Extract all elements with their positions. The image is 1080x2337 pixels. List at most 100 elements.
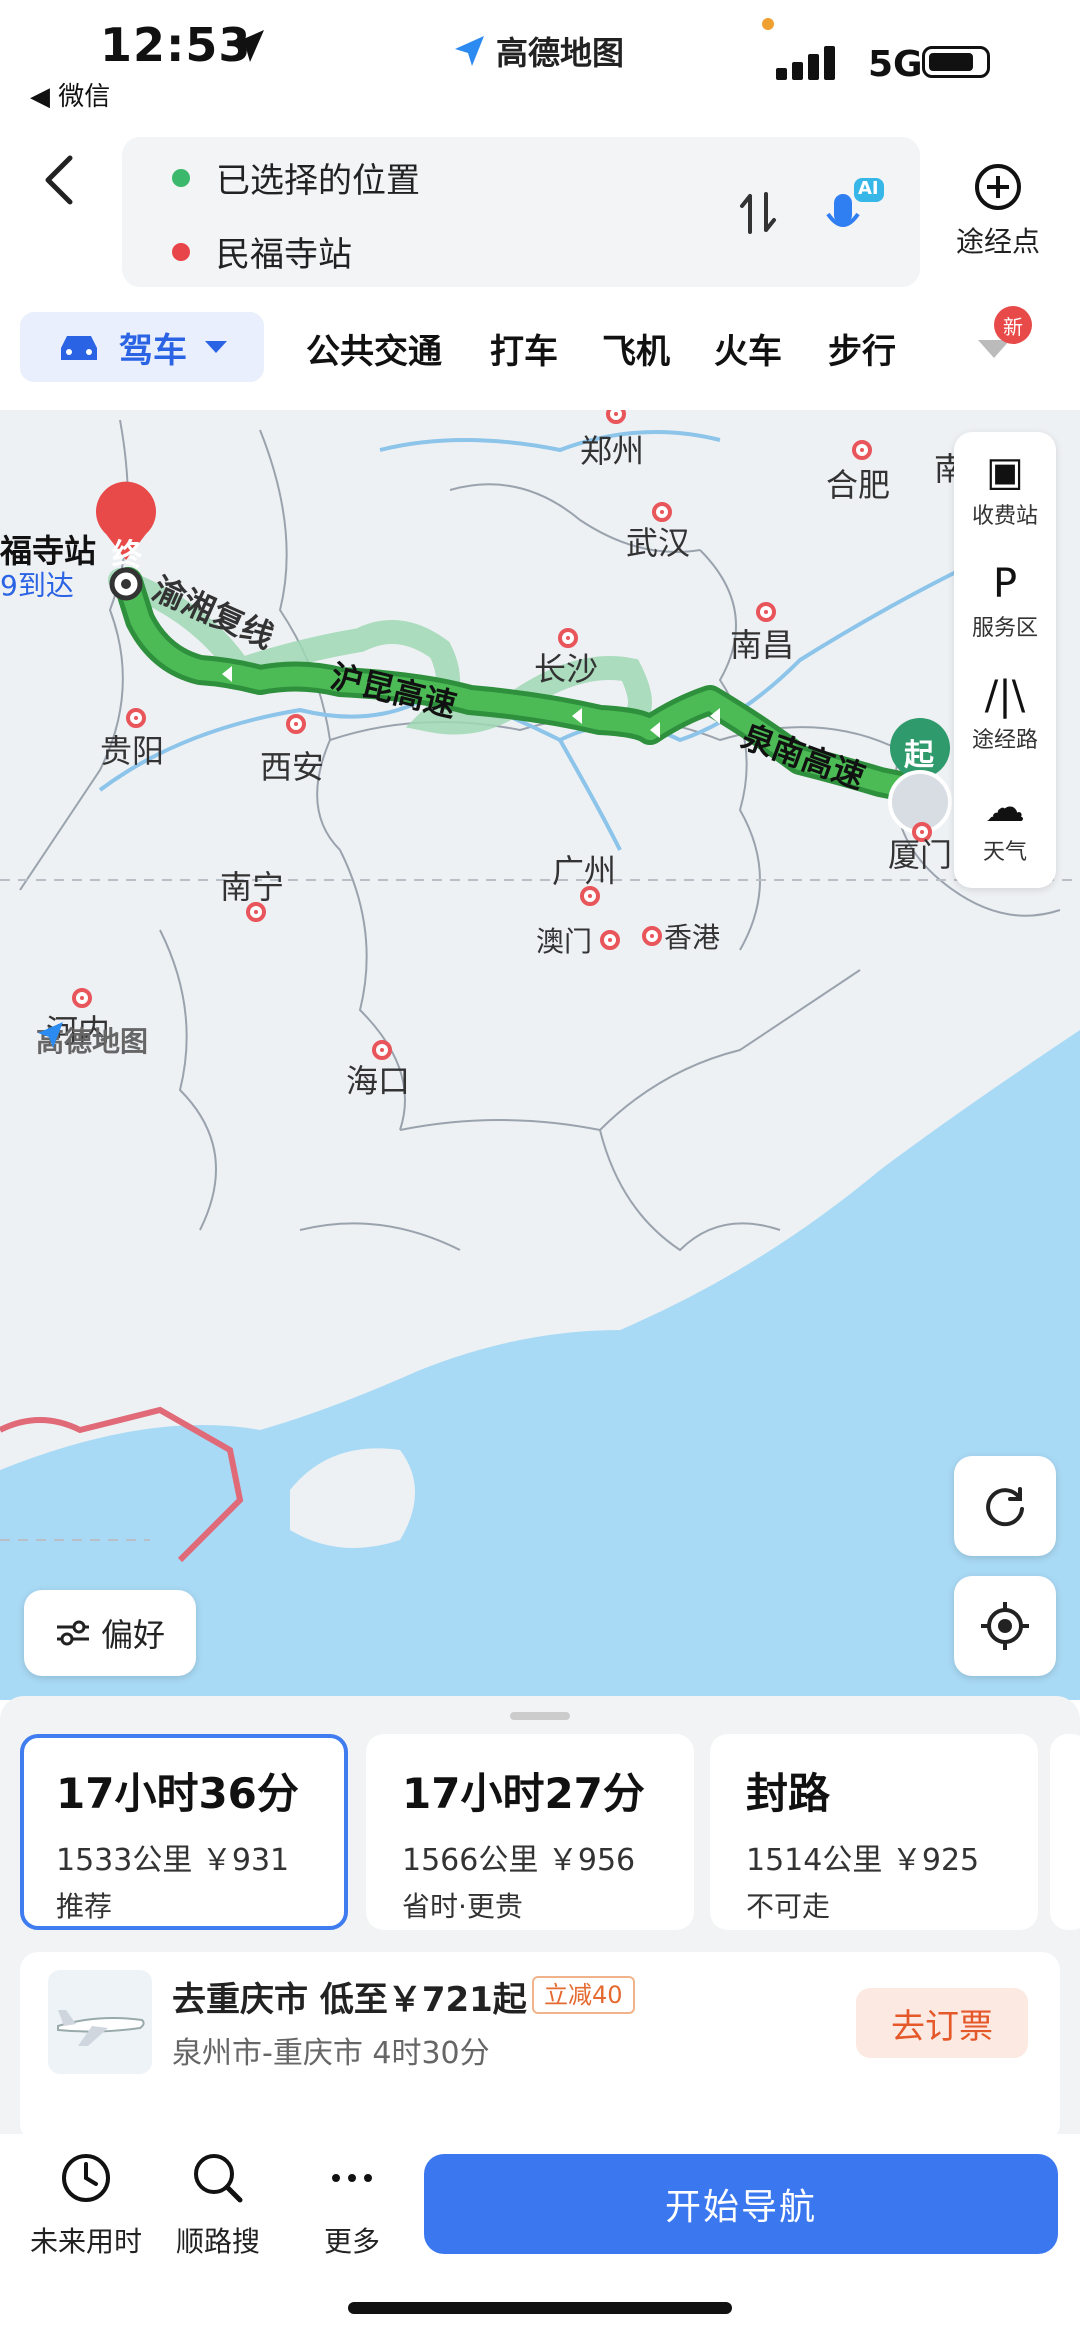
future-time-button[interactable]: 未来用时 [26, 2150, 146, 2260]
city-marker [72, 988, 92, 1008]
origin-field[interactable]: 已选择的位置 [172, 153, 420, 202]
city-marker [756, 602, 776, 622]
weather-button[interactable]: ☁ 天气 [954, 782, 1056, 866]
more-label: 更多 [323, 2225, 380, 2258]
arrival-time-label: 9到达 [0, 569, 74, 602]
route-option-closed[interactable]: 封路 1514公里 ￥925 不可走 [710, 1734, 1038, 1930]
city-label: 武汉 [626, 524, 691, 562]
app-brand: 高德地图 [452, 28, 624, 74]
sliders-icon [56, 1620, 89, 1646]
refresh-button[interactable] [954, 1456, 1056, 1556]
city-label: 贵阳 [100, 732, 165, 770]
tab-taxi[interactable]: 打车 [490, 324, 558, 373]
map-watermark: 高德地图 [36, 1020, 148, 1060]
toll-label: 收费站 [971, 504, 1038, 529]
search-along-label: 顺路搜 [175, 2225, 260, 2258]
service-area-button[interactable]: P 服务区 [954, 558, 1056, 642]
preference-button[interactable]: 偏好 [24, 1590, 196, 1676]
route-time: 17小时27分 [402, 1769, 645, 1818]
locate-button[interactable] [954, 1576, 1056, 1676]
airplane-icon [57, 2010, 145, 2046]
future-time-label: 未来用时 [29, 2225, 142, 2258]
destination-dot [172, 242, 190, 261]
amap-logo-icon [38, 1022, 63, 1048]
city-label: 南宁 [220, 868, 285, 906]
refresh-icon [986, 1487, 1024, 1527]
tab-train[interactable]: 火车 [714, 324, 782, 373]
promo-title: 去重庆市 低至￥721起 [172, 1980, 527, 2020]
city-marker [126, 708, 146, 728]
route-option-recommended[interactable]: 17小时36分 1533公里 ￥931 推荐 [20, 1734, 348, 1930]
origin-dot [172, 168, 190, 187]
road-icon: /|\ [984, 673, 1026, 719]
preference-label: 偏好 [100, 1616, 165, 1654]
waypoint-label: 途经点 [955, 225, 1040, 258]
tab-walk[interactable]: 步行 [828, 324, 896, 373]
city-label: 厦门 [888, 836, 953, 874]
city-label: 西安 [260, 748, 325, 786]
back-to-wechat[interactable]: ◀ 微信 [30, 76, 110, 113]
route-distance-cost: 1566公里 ￥956 [402, 1843, 636, 1878]
toll-icon: ▣ [986, 449, 1024, 495]
amap-logo-icon [455, 36, 484, 66]
plane-image [48, 1970, 152, 2074]
city-label: 海口 [346, 1062, 411, 1100]
new-badge: 新 [994, 306, 1032, 344]
ai-voice-button[interactable]: AI [826, 176, 886, 246]
route-note: 省时·更贵 [402, 1890, 523, 1923]
route-option-fastest[interactable]: 17小时27分 1566公里 ￥956 省时·更贵 [366, 1734, 694, 1930]
route-time: 17小时36分 [56, 1769, 299, 1818]
tab-flight[interactable]: 飞机 [602, 324, 670, 373]
weather-label: 天气 [982, 840, 1027, 865]
swap-icon[interactable] [738, 190, 778, 236]
tab-drive[interactable]: 驾车 [20, 312, 264, 382]
map-view[interactable]: 渝湘复线 沪昆高速 泉南高速 终 起 福寺站 9到达 西安 郑州 合肥 南 武汉… [0, 410, 1080, 1700]
network-type: 5G [868, 44, 923, 85]
city-marker [642, 926, 662, 946]
search-along-button[interactable]: 顺路搜 [158, 2150, 278, 2260]
route-distance-cost: 1533公里 ￥931 [56, 1843, 290, 1878]
toll-station-button[interactable]: ▣ 收费站 [954, 446, 1056, 530]
start-marker-label: 起 [904, 738, 934, 773]
city-marker [286, 714, 306, 734]
city-label: 广州 [552, 852, 617, 890]
location-arrow-icon [232, 30, 264, 62]
plus-circle-icon [975, 164, 1021, 210]
promo-subtitle: 泉州市-重庆市 4时30分 [172, 2036, 490, 2071]
city-marker [600, 930, 620, 950]
city-marker [852, 440, 872, 460]
more-dots-icon [292, 2150, 412, 2214]
signal-icon [776, 44, 856, 80]
tab-drive-label: 驾车 [119, 330, 187, 371]
origin-text: 已选择的位置 [216, 161, 420, 201]
service-area-icon: P [992, 561, 1018, 607]
ai-badge: AI [858, 178, 879, 199]
city-label: 香港 [664, 921, 721, 954]
map-tools-panel: ▣ 收费站 P 服务区 /|\ 途经路 ☁ 天气 [954, 432, 1056, 888]
route-time: 封路 [746, 1769, 831, 1818]
via-road-button[interactable]: /|\ 途经路 [954, 670, 1056, 754]
car-icon [61, 336, 97, 360]
home-indicator [348, 2302, 732, 2314]
city-label: 郑州 [580, 432, 645, 470]
more-button[interactable]: 更多 [292, 2150, 412, 2260]
service-area-label: 服务区 [971, 616, 1038, 641]
city-label: 澳门 [536, 925, 593, 958]
locate-icon [981, 1602, 1029, 1650]
battery-icon [922, 46, 990, 78]
back-arrow-icon[interactable] [36, 150, 86, 210]
sheet-handle[interactable] [510, 1712, 570, 1720]
tab-public-transit[interactable]: 公共交通 [306, 324, 442, 373]
destination-text: 民福寺站 [216, 235, 352, 275]
route-note: 不可走 [746, 1890, 831, 1923]
search-icon [158, 2150, 278, 2214]
caret-down-icon [205, 341, 227, 353]
route-distance-cost: 1514公里 ￥925 [746, 1843, 980, 1878]
end-marker-label: 终 [112, 538, 142, 573]
destination-field[interactable]: 民福寺站 [172, 227, 352, 276]
route-option-more[interactable] [1050, 1734, 1080, 1930]
book-ticket-button[interactable]: 去订票 [856, 1988, 1028, 2058]
add-waypoint-button[interactable]: 途经点 [950, 162, 1046, 260]
start-navigation-button[interactable]: 开始导航 [424, 2154, 1058, 2254]
location-inputs: 已选择的位置 民福寺站 [122, 137, 920, 287]
